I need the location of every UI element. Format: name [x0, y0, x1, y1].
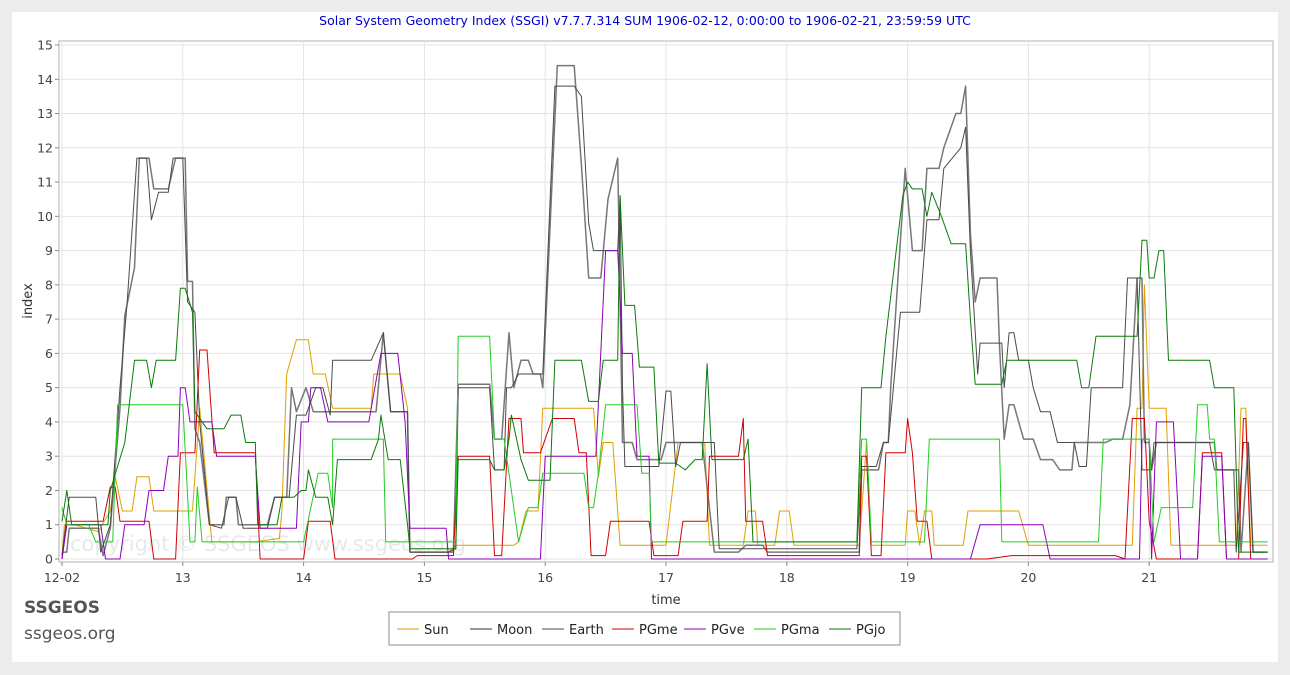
brand-name: SSGEOS [24, 598, 100, 618]
legend-label-pgme: PGme [639, 623, 678, 638]
legend-label-pgjo: PGjo [856, 623, 886, 638]
x-tick-label: 15 [416, 570, 432, 585]
y-tick-label: 8 [45, 277, 53, 292]
x-tick-label: 12-02 [44, 570, 80, 585]
y-tick-label: 2 [45, 483, 53, 498]
y-tick-label: 4 [45, 414, 53, 429]
x-axis-label: time [651, 593, 680, 608]
y-tick-label: 5 [45, 380, 53, 395]
y-tick-label: 3 [45, 449, 53, 464]
x-tick-label: 16 [537, 570, 553, 585]
y-tick-label: 1 [45, 517, 53, 532]
y-tick-label: 15 [37, 38, 53, 53]
y-tick-label: 10 [37, 209, 53, 224]
y-tick-label: 6 [45, 346, 53, 361]
x-tick-label: 19 [900, 570, 916, 585]
y-tick-label: 13 [37, 106, 53, 121]
legend-label-pgma: PGma [781, 623, 820, 638]
x-tick-label: 14 [296, 570, 312, 585]
y-axis-label: index [21, 283, 36, 319]
y-tick-label: 7 [45, 312, 53, 327]
y-tick-label: 12 [37, 140, 53, 155]
watermark: copyright © SSGEOS www.ssgeos.org [70, 532, 466, 556]
y-tick-label: 11 [37, 175, 53, 190]
x-tick-label: 20 [1020, 570, 1036, 585]
x-tick-label: 17 [658, 570, 674, 585]
chart-title: Solar System Geometry Index (SSGI) v7.7.… [319, 13, 971, 28]
x-tick-label: 18 [779, 570, 795, 585]
x-tick-label: 21 [1141, 570, 1157, 585]
y-tick-label: 14 [37, 72, 53, 87]
brand-url: ssgeos.org [24, 624, 116, 644]
chart-svg: Solar System Geometry Index (SSGI) v7.7.… [21, 13, 1274, 646]
x-tick-label: 13 [175, 570, 191, 585]
y-tick-label: 0 [45, 552, 53, 567]
legend-label-pgve: PGve [711, 623, 745, 638]
legend-label-sun: Sun [424, 623, 449, 638]
y-tick-label: 9 [45, 243, 53, 258]
legend-label-earth: Earth [569, 623, 604, 638]
legend-label-moon: Moon [497, 623, 532, 638]
